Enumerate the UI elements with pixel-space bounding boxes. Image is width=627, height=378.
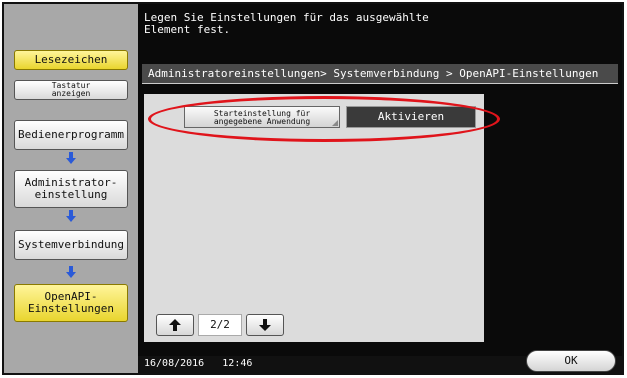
sidebar-item-system-connection[interactable]: Systemverbindung — [14, 230, 128, 260]
red-highlight-ellipse — [148, 96, 500, 142]
main-area: Legen Sie Einstellungen für das ausgewäh… — [138, 4, 622, 373]
instruction-message: Legen Sie Einstellungen für das ausgewäh… — [144, 11, 429, 36]
ok-button[interactable]: OK — [526, 350, 616, 372]
time-text: 12:46 — [222, 358, 253, 369]
date-text: 16/08/2016 — [144, 358, 205, 369]
sidebar: Lesezeichen Tastatur anzeigen Bedienerpr… — [4, 4, 138, 373]
down-arrow-icon — [259, 319, 271, 331]
arrow-down-icon — [66, 266, 76, 278]
bookmark-button[interactable]: Lesezeichen — [14, 50, 128, 70]
sidebar-item-operator-program[interactable]: Bedienerprogramm — [14, 120, 128, 150]
page-down-button[interactable] — [246, 314, 284, 336]
arrow-down-icon — [66, 210, 76, 222]
settings-panel: Starteinstellung für angegebene Anwendun… — [144, 94, 500, 342]
up-arrow-icon — [169, 319, 181, 331]
screen-frame: Lesezeichen Tastatur anzeigen Bedienerpr… — [2, 2, 624, 375]
page-indicator: 2/2 — [198, 314, 242, 336]
show-keyboard-button[interactable]: Tastatur anzeigen — [14, 80, 128, 100]
arrow-down-icon — [66, 152, 76, 164]
sidebar-item-admin-settings[interactable]: Administrator- einstellung — [14, 170, 128, 208]
page-up-button[interactable] — [156, 314, 194, 336]
pagination: 2/2 — [156, 314, 284, 336]
breadcrumb: Administratoreinstellungen> Systemverbin… — [142, 64, 618, 84]
sidebar-item-openapi-settings[interactable]: OpenAPI- Einstellungen — [14, 284, 128, 322]
date-time-readout: 16/08/2016 12:46 — [144, 358, 252, 370]
